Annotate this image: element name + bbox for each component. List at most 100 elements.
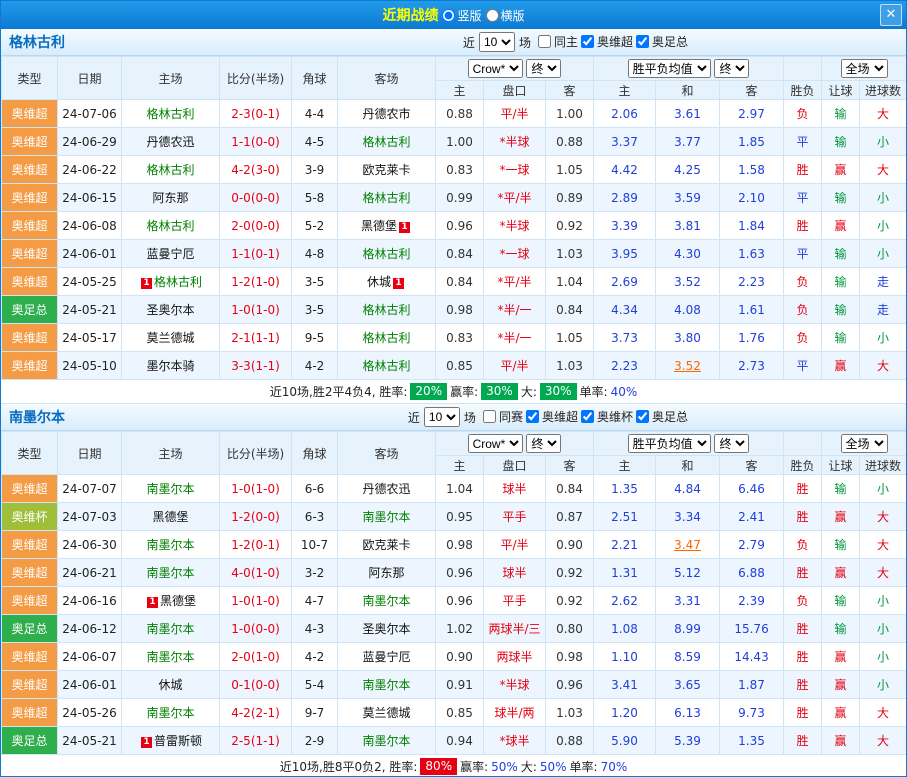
league-filter[interactable]: 同赛 — [483, 408, 523, 425]
col-corner: 角球 — [292, 57, 338, 100]
result-cell: 负 — [784, 587, 822, 615]
footer-text: 单率: — [570, 758, 598, 775]
col-score: 比分(半场) — [220, 57, 292, 100]
col-asia-home: 主 — [436, 456, 484, 475]
filter-checkbox[interactable] — [581, 35, 594, 48]
league-filter[interactable]: 奥维超 — [581, 33, 633, 50]
match-row: 奥维超24-05-10墨尔本骑3-3(1-1)4-2格林古利0.85平/半1.0… — [2, 352, 907, 380]
league-filter[interactable]: 奥维超 — [526, 408, 578, 425]
asia-away-odds-cell: 0.89 — [546, 184, 594, 212]
result-cell: 胜 — [784, 503, 822, 531]
match-count-select[interactable]: 10 — [479, 32, 515, 52]
team-name: 蓝曼宁厄 — [362, 650, 410, 664]
col-home: 主场 — [122, 57, 220, 100]
filter-checkbox[interactable] — [538, 35, 551, 48]
scope-select[interactable]: 全场 — [841, 434, 888, 453]
filter-checkbox[interactable] — [636, 410, 649, 423]
vertical-radio[interactable] — [442, 9, 455, 22]
corner-cell: 6-3 — [292, 503, 338, 531]
result-cell: 胜 — [784, 156, 822, 184]
asia-home-odds-cell: 0.94 — [436, 727, 484, 755]
europe-draw-odds-cell[interactable]: 3.47 — [656, 531, 720, 559]
col-handicap: 让球 — [822, 81, 860, 100]
europe-away-odds-cell: 1.87 — [720, 671, 784, 699]
footer-text: 40% — [611, 385, 638, 399]
asia-handicap-cell: *一球 — [484, 156, 546, 184]
match-row: 奥维超24-06-22格林古利4-2(3-0)3-9欧克莱卡0.83*一球1.0… — [2, 156, 907, 184]
footer-text: 50% — [491, 760, 518, 774]
europe-home-odds-cell: 1.10 — [594, 643, 656, 671]
rate-badge: 30% — [540, 383, 577, 400]
corner-cell: 9-5 — [292, 324, 338, 352]
layout-option-vertical[interactable]: 竖版 — [442, 7, 481, 24]
league-cell: 奥维超 — [2, 699, 58, 727]
horizontal-radio[interactable] — [486, 9, 499, 22]
odds-time-select[interactable]: 终 — [526, 434, 561, 453]
team-name: 休城 — [158, 678, 182, 692]
scope-select[interactable]: 全场 — [841, 59, 888, 78]
asia-home-odds-cell: 0.91 — [436, 671, 484, 699]
europe-odds-select[interactable]: 胜平负均值 — [628, 59, 711, 78]
europe-draw-odds-cell[interactable]: 3.52 — [656, 352, 720, 380]
europe-draw-odds-cell: 4.30 — [656, 240, 720, 268]
filter-checkbox[interactable] — [636, 35, 649, 48]
date-cell: 24-06-22 — [58, 156, 122, 184]
filter-checkbox[interactable] — [483, 410, 496, 423]
footer-text: 赢率: — [450, 383, 478, 400]
away-team-cell: 圣奥尔本 — [338, 615, 436, 643]
footer-text: 70% — [601, 760, 628, 774]
asia-away-odds-cell: 0.84 — [546, 296, 594, 324]
europe-home-odds-cell: 3.39 — [594, 212, 656, 240]
handicap-result-cell: 输 — [822, 587, 860, 615]
col-asia-handicap: 盘口 — [484, 81, 546, 100]
asia-handicap-cell: 平/半 — [484, 531, 546, 559]
close-icon[interactable]: ✕ — [880, 4, 902, 26]
odds-time-select[interactable]: 终 — [526, 59, 561, 78]
europe-draw-odds-cell: 3.34 — [656, 503, 720, 531]
europe-time-select[interactable]: 终 — [714, 59, 749, 78]
match-row: 奥维杯24-07-03黑德堡1-2(0-0)6-3南墨尔本0.95平手0.872… — [2, 503, 907, 531]
summary-footer-team1: 近10场,胜2平4负4, 胜率:20%赢率:30%大:30%单率:40% — [1, 380, 906, 404]
date-cell: 24-05-17 — [58, 324, 122, 352]
corner-cell: 3-5 — [292, 268, 338, 296]
team-name: 南墨尔本 — [146, 538, 194, 552]
corner-cell: 4-5 — [292, 128, 338, 156]
league-filter[interactable]: 奥维杯 — [581, 408, 633, 425]
layout-option-horizontal[interactable]: 横版 — [486, 7, 525, 24]
europe-odds-select[interactable]: 胜平负均值 — [628, 434, 711, 453]
asia-home-odds-cell: 0.83 — [436, 324, 484, 352]
europe-draw-odds-cell: 4.08 — [656, 296, 720, 324]
footer-text: 50% — [540, 760, 567, 774]
handicap-result-cell: 输 — [822, 184, 860, 212]
corner-cell: 5-2 — [292, 212, 338, 240]
date-cell: 24-06-12 — [58, 615, 122, 643]
europe-away-odds-cell: 14.43 — [720, 643, 784, 671]
league-filter[interactable]: 奥足总 — [636, 33, 688, 50]
league-cell: 奥维超 — [2, 475, 58, 503]
col-euro-away: 客 — [720, 456, 784, 475]
league-filter[interactable]: 奥足总 — [636, 408, 688, 425]
filter-label: 奥足总 — [652, 408, 688, 425]
red-card-badge: 1 — [399, 222, 410, 233]
league-cell: 奥足总 — [2, 296, 58, 324]
asia-handicap-cell: 球半/两 — [484, 699, 546, 727]
home-team-cell: 格林古利 — [122, 212, 220, 240]
team-name: 阿东那 — [368, 566, 404, 580]
asia-handicap-cell: *平/半 — [484, 184, 546, 212]
goals-result-cell: 大 — [860, 559, 907, 587]
result-cell: 平 — [784, 352, 822, 380]
corner-cell: 3-5 — [292, 296, 338, 324]
filter-checkbox[interactable] — [526, 410, 539, 423]
europe-home-odds-cell: 2.51 — [594, 503, 656, 531]
league-filter[interactable]: 同主 — [538, 33, 578, 50]
europe-time-select[interactable]: 终 — [714, 434, 749, 453]
away-team-cell: 莫兰德城 — [338, 699, 436, 727]
asia-odds-header: Crow* 终 — [436, 57, 594, 81]
filter-checkbox[interactable] — [581, 410, 594, 423]
home-team-cell: 休城 — [122, 671, 220, 699]
odds-company-select[interactable]: Crow* — [468, 434, 523, 453]
goals-result-cell: 大 — [860, 531, 907, 559]
odds-company-select[interactable]: Crow* — [468, 59, 523, 78]
home-team-cell: 圣奥尔本 — [122, 296, 220, 324]
match-count-select[interactable]: 10 — [424, 407, 460, 427]
